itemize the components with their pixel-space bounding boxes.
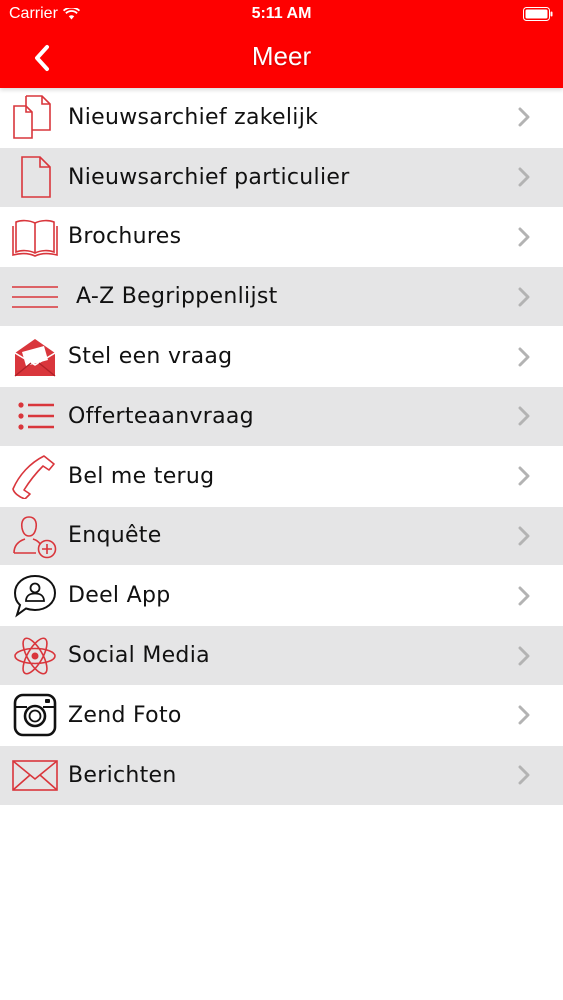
menu-item-label: A-Z Begrippenlijst [76,284,278,310]
menu-list: Nieuwsarchief zakelijk Nieuwsarchief par… [0,88,563,806]
menu-item-label: Nieuwsarchief zakelijk [68,104,319,130]
chevron-right-icon [518,586,530,606]
chevron-right-icon [518,765,530,785]
menu-item-label: Brochures [68,224,182,250]
mail-icon [12,752,58,798]
chevron-right-icon [518,466,530,486]
user-add-icon [12,513,58,559]
phone-icon [12,453,58,500]
nav-bar: Meer [0,30,563,88]
chevron-right-icon [518,227,530,247]
menu-item-a-z-begrippenlijst[interactable]: A-Z Begrippenlijst [0,267,563,328]
menu-item-stel-een-vraag[interactable]: Stel een vraag [0,327,563,387]
camera-icon [12,692,58,738]
chevron-right-icon [518,107,530,127]
menu-item-berichten[interactable]: Berichten [0,745,563,806]
menu-item-deel-app[interactable]: Deel App [0,566,563,627]
book-icon [12,214,58,260]
menu-item-label: Nieuwsarchief particulier [68,164,350,190]
atom-icon [12,633,58,679]
list-icon [12,393,58,439]
envelope-open-icon [12,334,58,380]
menu-item-brochures[interactable]: Brochures [0,208,563,268]
chevron-right-icon [518,646,530,666]
battery-icon [523,7,553,21]
chevron-right-icon [518,287,530,307]
header: Carrier 5:11 AM Meer [0,0,563,88]
lines-icon [12,274,58,320]
menu-item-label: Zend Foto [68,702,182,728]
chevron-right-icon [518,167,530,187]
menu-item-label: Stel een vraag [68,344,233,370]
menu-item-bel-me-terug[interactable]: Bel me terug [0,447,563,507]
menu-item-zend-foto[interactable]: Zend Foto [0,686,563,746]
screen: Carrier 5:11 AM Meer Nieuwsarchief zakel… [0,0,563,1000]
menu-item-social-media[interactable]: Social Media [0,626,563,686]
chevron-right-icon [518,347,530,367]
menu-item-label: Deel App [68,583,171,609]
share-chat-icon [12,573,58,619]
page-title: Meer [251,41,312,71]
menu-item-label: Berichten [68,762,177,788]
chevron-right-icon [518,705,530,725]
menu-item-label: Enquête [68,523,162,549]
menu-item-nieuwsarchief-particulier[interactable]: Nieuwsarchief particulier [0,147,563,208]
menu-item-label: Social Media [68,643,210,669]
documents-icon [12,94,58,140]
menu-item-enquete[interactable]: Enquête [0,506,563,567]
menu-item-nieuwsarchief-zakelijk[interactable]: Nieuwsarchief zakelijk [0,88,563,148]
menu-item-offerteaanvraag[interactable]: Offerteaanvraag [0,386,563,447]
menu-item-label: Bel me terug [68,463,215,489]
status-bar: Carrier 5:11 AM [0,0,563,30]
chevron-right-icon [518,526,530,546]
document-icon [12,154,58,200]
chevron-right-icon [518,406,530,426]
status-time: 5:11 AM [251,5,312,22]
menu-item-label: Offerteaanvraag [68,403,254,429]
